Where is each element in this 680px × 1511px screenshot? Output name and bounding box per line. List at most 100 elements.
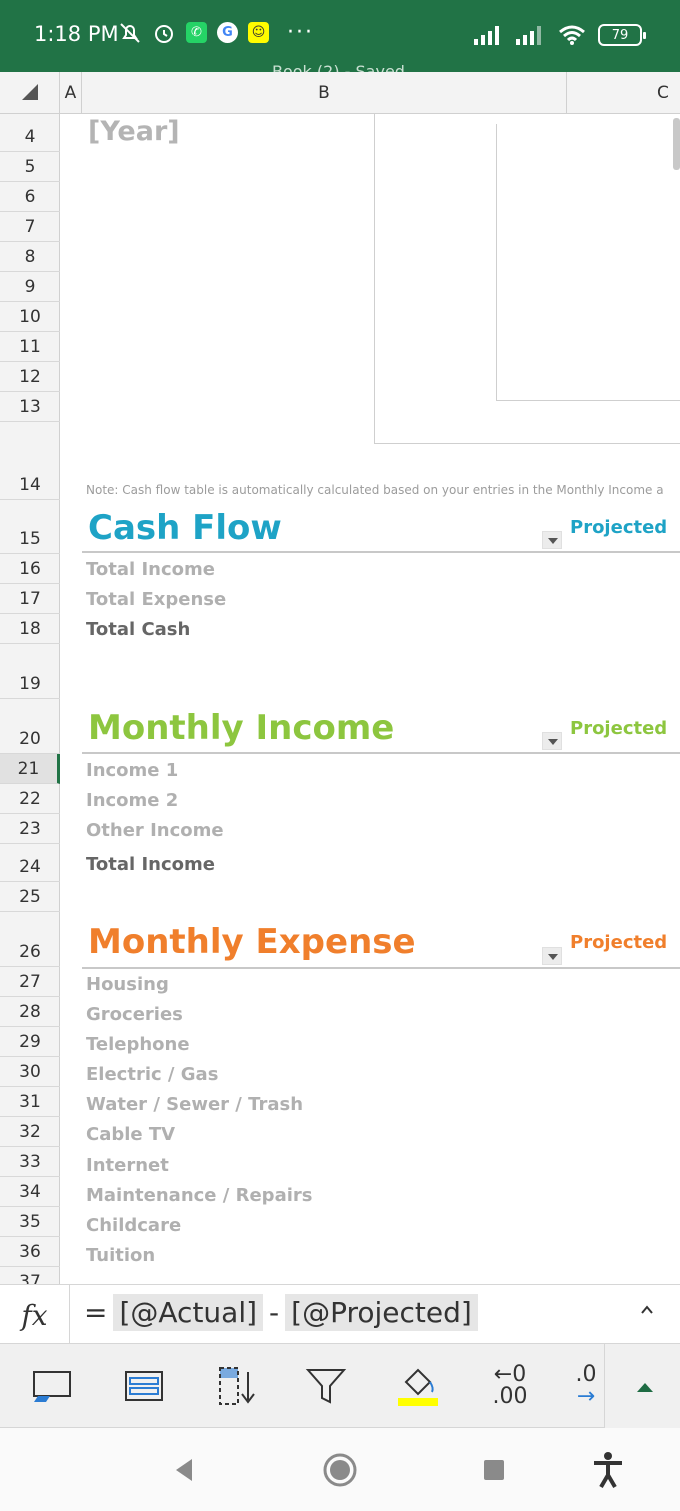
row-header[interactable]: 17 xyxy=(0,584,60,614)
row-header[interactable]: 31 xyxy=(0,1087,60,1117)
accessibility-button[interactable] xyxy=(586,1448,630,1492)
monthly-income-projected-header[interactable]: Projected xyxy=(570,718,667,739)
row-header[interactable]: 25 xyxy=(0,882,60,912)
row-header[interactable]: 27 xyxy=(0,967,60,997)
row-header[interactable]: 26 xyxy=(0,912,60,967)
row-header[interactable]: 12 xyxy=(0,362,60,392)
monthly-expense-projected-header[interactable]: Projected xyxy=(570,932,667,953)
expense-row-label[interactable]: Telephone xyxy=(86,1034,190,1055)
filter-button[interactable] xyxy=(302,1362,350,1410)
expense-row-label[interactable]: Childcare xyxy=(86,1215,181,1236)
more-dots-icon: ··· xyxy=(287,20,314,45)
arrow-right-icon: → xyxy=(576,1384,596,1409)
chart-plot-area xyxy=(496,124,680,401)
column-header-a[interactable]: A xyxy=(60,72,82,114)
row-header[interactable]: 11 xyxy=(0,332,60,362)
expense-row-label[interactable]: Electric / Gas xyxy=(86,1064,218,1085)
sort-button[interactable] xyxy=(212,1362,260,1410)
column-header-bar: A B C xyxy=(0,72,680,114)
vertical-scroll-handle[interactable] xyxy=(673,118,680,170)
row-header[interactable]: 14 xyxy=(0,422,60,500)
row-header[interactable]: 9 xyxy=(0,272,60,302)
increase-decimal-top: .0 xyxy=(575,1362,597,1387)
row-header[interactable]: 16 xyxy=(0,554,60,584)
row-header[interactable]: 35 xyxy=(0,1207,60,1237)
select-all-button[interactable] xyxy=(0,72,60,114)
function-icon[interactable]: fx xyxy=(0,1285,70,1345)
home-button[interactable] xyxy=(318,1448,362,1492)
android-nav-bar xyxy=(0,1428,680,1511)
cash-flow-total-label[interactable]: Total Cash xyxy=(86,619,190,640)
back-button[interactable] xyxy=(162,1448,206,1492)
row-header[interactable]: 22 xyxy=(0,784,60,814)
row-header[interactable]: 19 xyxy=(0,644,60,699)
row-header[interactable]: 33 xyxy=(0,1147,60,1177)
expense-row-label[interactable]: Groceries xyxy=(86,1004,183,1025)
expense-row-label[interactable]: Housing xyxy=(86,974,169,995)
row-header[interactable]: 34 xyxy=(0,1177,60,1207)
signal-icon xyxy=(474,26,499,45)
worksheet-grid[interactable]: [Year] Note: Cash flow table is automati… xyxy=(60,114,680,1284)
expense-row-label[interactable]: Cable TV xyxy=(86,1124,175,1145)
chevron-up-icon[interactable] xyxy=(640,1303,654,1317)
row-header[interactable]: 23 xyxy=(0,814,60,844)
formula-text[interactable]: = [@Actual] - [@Projected] xyxy=(84,1294,478,1331)
row-header[interactable]: 6 xyxy=(0,182,60,212)
mute-bell-icon xyxy=(120,22,140,43)
monthly-expense-filter-dropdown[interactable] xyxy=(542,947,562,965)
income-row-label[interactable]: Other Income xyxy=(86,820,224,841)
row-header[interactable]: 24 xyxy=(0,844,60,882)
row-header[interactable]: 8 xyxy=(0,242,60,272)
paint-bucket-icon xyxy=(398,1368,438,1406)
recents-button[interactable] xyxy=(472,1448,516,1492)
row-header[interactable]: 4 xyxy=(0,114,60,152)
cash-flow-divider xyxy=(82,551,680,553)
row-header[interactable]: 29 xyxy=(0,1027,60,1057)
row-header[interactable]: 7 xyxy=(0,212,60,242)
row-header[interactable]: 18 xyxy=(0,614,60,644)
row-header[interactable]: 36 xyxy=(0,1237,60,1267)
table-style-button[interactable] xyxy=(120,1362,168,1410)
recents-square-icon xyxy=(484,1460,504,1480)
income-row-label[interactable]: Income 1 xyxy=(86,760,178,781)
formula-operator: - xyxy=(269,1296,280,1329)
expense-row-label[interactable]: Internet xyxy=(86,1155,169,1176)
cash-flow-title: Cash Flow xyxy=(88,508,282,548)
toolbar-expand-button[interactable] xyxy=(604,1344,680,1428)
row-header[interactable]: 30 xyxy=(0,1057,60,1087)
bottom-toolbar: ←0 .00 .0 → xyxy=(0,1344,680,1428)
select-all-triangle-icon xyxy=(22,84,38,100)
cash-flow-row-label[interactable]: Total Expense xyxy=(86,589,226,610)
expense-row-label[interactable]: Tuition xyxy=(86,1245,155,1266)
cash-flow-projected-header[interactable]: Projected xyxy=(570,517,667,538)
row-header[interactable]: 32 xyxy=(0,1117,60,1147)
column-header-b[interactable]: B xyxy=(82,72,567,114)
row-header[interactable]: 13 xyxy=(0,392,60,422)
income-row-label[interactable]: Income 2 xyxy=(86,790,178,811)
sort-icon xyxy=(219,1367,255,1405)
row-header[interactable]: 5 xyxy=(0,152,60,182)
home-circle-icon xyxy=(323,1453,357,1487)
google-icon: G xyxy=(217,22,238,43)
row-header[interactable]: 28 xyxy=(0,997,60,1027)
year-placeholder[interactable]: [Year] xyxy=(88,116,180,147)
cash-flow-filter-dropdown[interactable] xyxy=(542,531,562,549)
row-header[interactable]: 20 xyxy=(0,699,60,754)
column-header-c[interactable]: C xyxy=(567,72,680,114)
monthly-expense-divider xyxy=(82,967,680,969)
formula-bar[interactable]: fx = [@Actual] - [@Projected] xyxy=(0,1284,680,1345)
cash-flow-row-label[interactable]: Total Income xyxy=(86,559,215,580)
monthly-income-divider xyxy=(82,752,680,754)
row-header[interactable]: 15 xyxy=(0,500,60,554)
monthly-income-filter-dropdown[interactable] xyxy=(542,732,562,750)
select-cell-button[interactable] xyxy=(28,1362,76,1410)
income-total-label[interactable]: Total Income xyxy=(86,854,215,875)
decrease-decimal-button[interactable]: ←0 .00 xyxy=(486,1362,534,1410)
row-header-active[interactable]: 21 xyxy=(0,754,60,784)
expense-row-label[interactable]: Water / Sewer / Trash xyxy=(86,1094,303,1115)
row-header[interactable]: 10 xyxy=(0,302,60,332)
caret-up-icon xyxy=(637,1383,653,1392)
fill-color-button[interactable] xyxy=(394,1362,442,1410)
increase-decimal-button[interactable]: .0 → xyxy=(566,1362,606,1410)
expense-row-label[interactable]: Maintenance / Repairs xyxy=(86,1185,312,1206)
